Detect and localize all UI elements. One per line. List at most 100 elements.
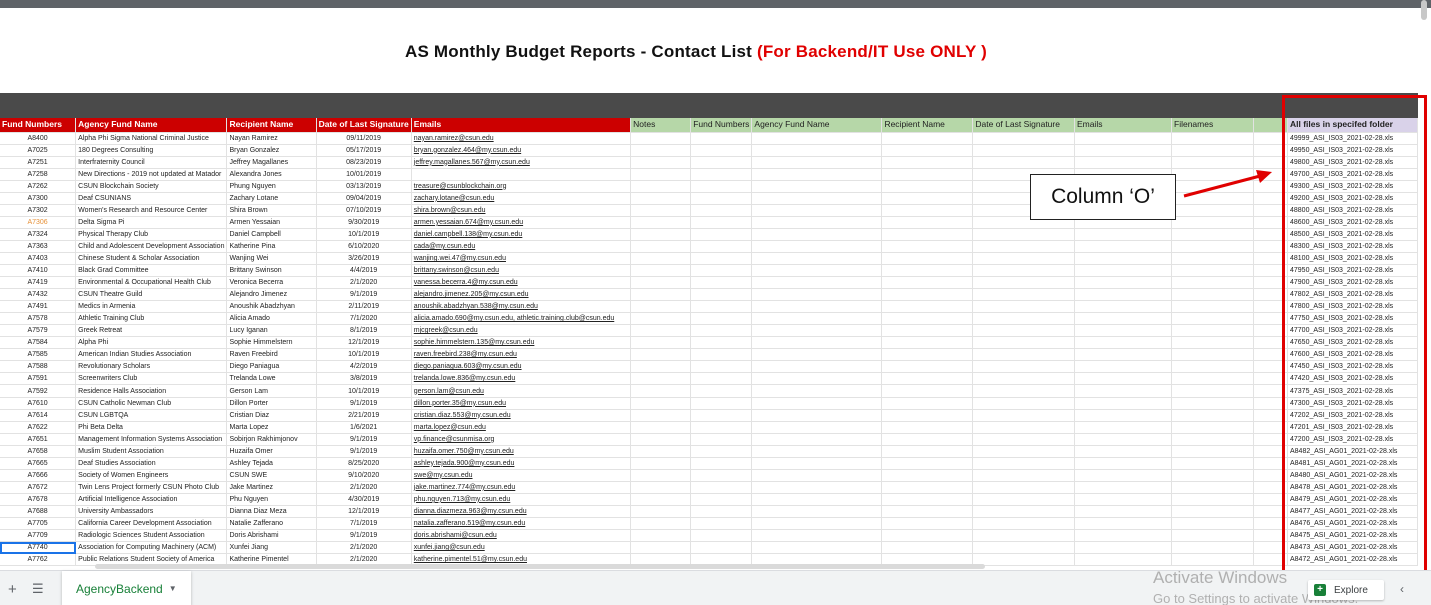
fund-number-cell[interactable]: A7584: [0, 336, 77, 350]
empty-cell[interactable]: [630, 312, 692, 326]
empty-cell[interactable]: [1171, 240, 1254, 253]
recipient-cell[interactable]: Marta Lopez: [226, 421, 317, 434]
empty-cell[interactable]: [1171, 421, 1254, 434]
empty-cell[interactable]: [1171, 553, 1254, 566]
empty-cell[interactable]: [1171, 397, 1254, 410]
empty-cell[interactable]: [751, 529, 883, 543]
fund-number-cell[interactable]: A7709: [0, 529, 77, 543]
email-cell[interactable]: raven.freebird.238@my.csun.edu: [411, 348, 632, 362]
empty-cell[interactable]: [630, 336, 692, 350]
email-cell[interactable]: armen.yessaian.674@my.csun.edu: [411, 216, 632, 229]
empty-cell[interactable]: [972, 264, 1075, 278]
agency-name-cell[interactable]: CSUN Theatre Guild: [75, 288, 228, 302]
empty-cell[interactable]: [1074, 240, 1173, 253]
empty-cell[interactable]: [881, 288, 974, 302]
empty-cell[interactable]: [1171, 360, 1254, 374]
empty-cell[interactable]: [751, 324, 883, 338]
empty-cell[interactable]: [1171, 228, 1254, 241]
empty-cell[interactable]: [1171, 469, 1254, 482]
empty-cell[interactable]: [751, 384, 883, 398]
agency-name-cell[interactable]: 180 Degrees Consulting: [75, 144, 228, 157]
empty-cell[interactable]: [690, 300, 753, 314]
recipient-cell[interactable]: Huzaifa Omer: [226, 445, 317, 458]
empty-cell[interactable]: [972, 553, 1075, 566]
fund-number-cell[interactable]: A7592: [0, 384, 77, 398]
empty-cell[interactable]: [690, 445, 753, 458]
column-header[interactable]: Fund Numbers: [0, 118, 77, 133]
empty-cell[interactable]: [1171, 216, 1254, 229]
fund-number-cell[interactable]: A7300: [0, 192, 77, 205]
recipient-cell[interactable]: Brittany Swinson: [226, 264, 317, 278]
empty-cell[interactable]: [972, 409, 1075, 422]
agency-name-cell[interactable]: Child and Adolescent Development Associa…: [75, 240, 228, 253]
empty-cell[interactable]: [630, 228, 692, 241]
agency-name-cell[interactable]: Deaf Studies Association: [75, 457, 228, 470]
recipient-cell[interactable]: Armen Yessaian: [226, 216, 317, 229]
empty-cell[interactable]: [751, 204, 883, 217]
empty-cell[interactable]: [1074, 445, 1173, 458]
empty-cell[interactable]: [972, 397, 1075, 410]
date-cell[interactable]: 9/1/2019: [316, 445, 412, 458]
fund-number-cell[interactable]: A8400: [0, 132, 77, 145]
empty-cell[interactable]: [690, 228, 753, 241]
empty-cell[interactable]: [881, 360, 974, 374]
fund-number-cell[interactable]: A7578: [0, 312, 77, 326]
empty-cell[interactable]: [881, 397, 974, 410]
empty-cell[interactable]: [1171, 324, 1254, 338]
empty-cell[interactable]: [690, 433, 753, 446]
empty-cell[interactable]: [690, 409, 753, 422]
agency-name-cell[interactable]: Alpha Phi Sigma National Criminal Justic…: [75, 132, 228, 145]
empty-cell[interactable]: [630, 445, 692, 458]
empty-cell[interactable]: [972, 132, 1075, 145]
empty-cell[interactable]: [630, 517, 692, 531]
fund-number-cell[interactable]: A7588: [0, 360, 77, 374]
agency-name-cell[interactable]: Deaf CSUNIANS: [75, 192, 228, 205]
date-cell[interactable]: 7/1/2019: [316, 517, 412, 531]
empty-cell[interactable]: [751, 493, 883, 506]
empty-cell[interactable]: [690, 132, 753, 145]
empty-cell[interactable]: [751, 180, 883, 193]
empty-cell[interactable]: [751, 276, 883, 290]
empty-cell[interactable]: [1074, 312, 1173, 326]
recipient-cell[interactable]: Natalie Zafferano: [226, 517, 317, 531]
email-cell[interactable]: cada@my.csun.edu: [411, 240, 632, 253]
agency-name-cell[interactable]: Greek Retreat: [75, 324, 228, 338]
fund-number-cell[interactable]: A7432: [0, 288, 77, 302]
empty-cell[interactable]: [1171, 505, 1254, 519]
empty-cell[interactable]: [1074, 457, 1173, 470]
empty-cell[interactable]: [881, 409, 974, 422]
email-cell[interactable]: sophie.himmelstern.135@my.csun.edu: [411, 336, 632, 350]
empty-cell[interactable]: [1171, 252, 1254, 266]
empty-cell[interactable]: [1171, 144, 1254, 157]
recipient-cell[interactable]: Trelanda Lowe: [226, 372, 317, 386]
column-header[interactable]: Emails: [411, 118, 632, 133]
column-header[interactable]: Recipient Name: [881, 118, 974, 133]
email-cell[interactable]: nayan.ramirez@csun.edu: [411, 132, 632, 145]
empty-cell[interactable]: [690, 384, 753, 398]
empty-cell[interactable]: [1074, 493, 1173, 506]
email-cell[interactable]: marta.lopez@csun.edu: [411, 421, 632, 434]
agency-name-cell[interactable]: Revolutionary Scholars: [75, 360, 228, 374]
email-cell[interactable]: xunfei.jiang@csun.edu: [411, 541, 632, 555]
empty-cell[interactable]: [1171, 517, 1254, 531]
empty-cell[interactable]: [1074, 252, 1173, 266]
empty-cell[interactable]: [1074, 228, 1173, 241]
date-cell[interactable]: 6/10/2020: [316, 240, 412, 253]
email-cell[interactable]: huzaifa.omer.750@my.csun.edu: [411, 445, 632, 458]
date-cell[interactable]: 9/10/2020: [316, 469, 412, 482]
empty-cell[interactable]: [751, 397, 883, 410]
empty-cell[interactable]: [972, 505, 1075, 519]
agency-name-cell[interactable]: Physical Therapy Club: [75, 228, 228, 241]
empty-cell[interactable]: [751, 336, 883, 350]
agency-name-cell[interactable]: Alpha Phi: [75, 336, 228, 350]
empty-cell[interactable]: [972, 276, 1075, 290]
date-cell[interactable]: 03/13/2019: [316, 180, 412, 193]
empty-cell[interactable]: [1171, 288, 1254, 302]
empty-cell[interactable]: [751, 228, 883, 241]
empty-cell[interactable]: [630, 204, 692, 217]
recipient-cell[interactable]: Zachary Lotane: [226, 192, 317, 205]
recipient-cell[interactable]: Gerson Lam: [226, 384, 317, 398]
empty-cell[interactable]: [881, 156, 974, 169]
empty-cell[interactable]: [630, 541, 692, 555]
email-cell[interactable]: alicia.amado.690@my.csun.edu, athletic.t…: [411, 312, 632, 326]
